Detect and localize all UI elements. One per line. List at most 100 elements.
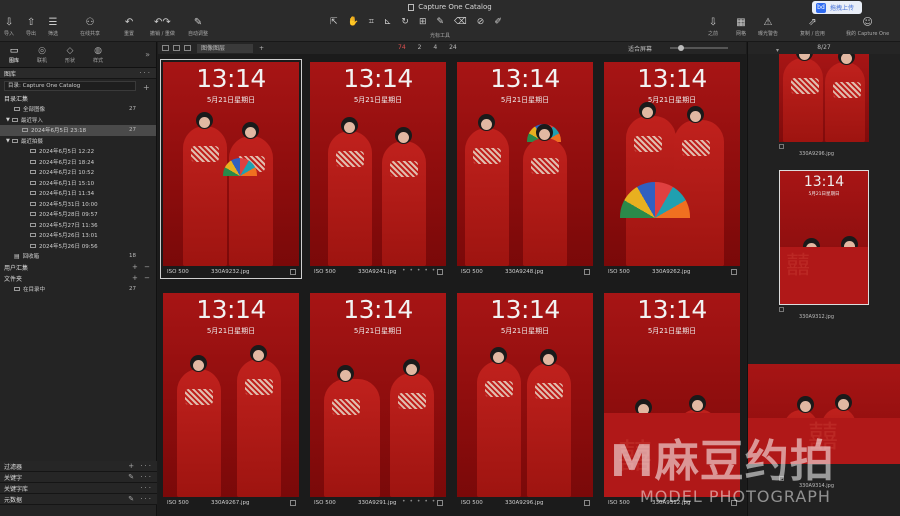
select-checkbox[interactable] [584, 269, 590, 275]
photo-thumbnail[interactable]: 13:14 5月21日星期日 [163, 62, 299, 266]
tree-item-capture-date[interactable]: 2024年5月27日 11:36 [0, 220, 156, 231]
thumbnail-size-slider[interactable] [670, 45, 728, 51]
eraser-cursor-icon[interactable]: ⌫ [454, 17, 467, 27]
straighten-cursor-icon[interactable]: ⊾ [384, 17, 392, 27]
library-section-header[interactable]: 图库 ··· [0, 68, 156, 79]
collections-header[interactable]: 目录汇集 [0, 93, 156, 104]
photo-cell[interactable]: 13:14 5月21日星期日 囍 ISO 500 330A9312.jpg [601, 290, 743, 510]
filters-panel-header[interactable]: 过滤器 + ··· [0, 461, 157, 472]
add-remove-icon[interactable]: + − [132, 274, 152, 282]
tree-item-recent-captures[interactable]: ▼ 最近拍摄 [0, 136, 156, 147]
tree-item-in-catalog[interactable]: 在目录中 27 [0, 284, 156, 295]
import-button[interactable]: ⇩ 导入 [4, 16, 14, 37]
count-rejected[interactable]: 74 [398, 44, 406, 51]
grid-view-icon[interactable] [162, 45, 169, 51]
photo-thumbnail[interactable]: 13:14 5月21日星期日 囍 [604, 293, 740, 497]
photo-cell[interactable]: 13:14 5月21日星期日 ISO 500 330A9241.jpg • • … [307, 59, 449, 279]
cursor-tools[interactable]: ⇱ ✋ ⌗ ⊾ ↻ ⊞ ✎ ⌫ ⊘ ✐ [330, 17, 502, 27]
photo-cell[interactable]: 13:14 5月21日星期日 ISO 500 330A9291.jpg • • … [307, 290, 449, 510]
tree-item-capture-date[interactable]: 2024年5月26日 13:01 [0, 230, 156, 241]
tree-item-capture-date[interactable]: 2024年5月31日 10:00 [0, 199, 156, 210]
select-checkbox[interactable] [731, 500, 737, 506]
filter-button[interactable]: ☰ 筛选 [48, 16, 58, 37]
photo-cell[interactable]: 13:14 5月21日星期日 ISO 500 330A9248.jpg [454, 59, 596, 279]
keywords-panel-header[interactable]: 关键字 ✎ ··· [0, 472, 157, 483]
picker-cursor-icon[interactable]: ⊘ [477, 17, 485, 27]
chevron-down-icon[interactable]: ▼ [6, 138, 10, 144]
select-cursor-icon[interactable]: ⇱ [330, 17, 338, 27]
panel-options-icon[interactable]: ··· [140, 484, 153, 492]
crop-cursor-icon[interactable]: ⌗ [369, 17, 374, 27]
photo-cell[interactable]: 13:14 5月21日星期日 ISO 500 330A9232.jpg [160, 59, 302, 279]
export-button[interactable]: ⇧ 导出 [26, 16, 36, 37]
keyword-library-panel-header[interactable]: 关键字库 ··· [0, 483, 157, 494]
photo-thumbnail[interactable]: 13:14 5月21日星期日 [457, 62, 593, 266]
catalog-select[interactable]: 目录: Capture One Catalog [4, 81, 136, 91]
filmstrip-view-icon[interactable] [184, 45, 191, 51]
photo-cell[interactable]: 13:14 5月21日星期日 ISO 500 330A9267.jpg [160, 290, 302, 510]
add-remove-icon[interactable]: + − [132, 263, 152, 271]
tree-item-capture-date[interactable]: 2024年5月26日 09:56 [0, 241, 156, 252]
more-tabs-icon[interactable]: » [139, 42, 156, 67]
select-checkbox[interactable] [584, 500, 590, 506]
select-checkbox[interactable] [437, 269, 443, 275]
select-checkbox[interactable] [731, 269, 737, 275]
photo-cell[interactable]: 13:14 5月21日星期日 ISO 500 330A9296.jpg [454, 290, 596, 510]
list-view-icon[interactable] [173, 45, 180, 51]
panel-options-icon[interactable]: ✎ ··· [128, 495, 153, 503]
exposure-warning-button[interactable]: ⚠ 曝光警告 [758, 16, 778, 37]
more-dots-icon[interactable]: ··· [139, 69, 152, 77]
undo-redo-button[interactable]: ↶↷ 撤销 / 重做 [150, 16, 175, 37]
tab-library[interactable]: ▭ 图库 [0, 42, 28, 67]
panel-options-icon[interactable]: ✎ ··· [128, 473, 153, 481]
tab-styles[interactable]: ◍ 样式 [84, 42, 112, 67]
tree-item-import-session[interactable]: 2024年6月5日 23:18 27 [0, 125, 156, 136]
select-checkbox[interactable] [779, 476, 784, 481]
metadata-panel-header[interactable]: 元数据 ✎ ··· [0, 494, 157, 505]
view-select[interactable]: 图像图层 [197, 43, 253, 53]
count-d[interactable]: 24 [449, 44, 457, 51]
photo-thumbnail[interactable]: 13:14 5月21日星期日 [604, 62, 740, 266]
count-b[interactable]: 2 [418, 44, 422, 51]
pan-cursor-icon[interactable]: ✋ [348, 17, 359, 27]
fit-screen-select[interactable]: 适合屏幕 [628, 44, 652, 53]
add-icon[interactable]: + [259, 45, 264, 52]
keystone-cursor-icon[interactable]: ⊞ [419, 17, 427, 27]
tree-item-capture-date[interactable]: 2024年6月2日 10:52 [0, 167, 156, 178]
add-catalog-icon[interactable]: + [143, 83, 150, 92]
photo-thumbnail[interactable]: 13:14 5月21日星期日 [163, 293, 299, 497]
rotate-cursor-icon[interactable]: ↻ [401, 17, 409, 27]
select-checkbox[interactable] [290, 269, 296, 275]
copy-apply-button[interactable]: ⇗ 复制 / 应用 [800, 16, 825, 37]
tree-item-trash[interactable]: ▤ 回收箱 18 [0, 251, 156, 262]
tree-item-capture-date[interactable]: 2024年6月1日 15:10 [0, 178, 156, 189]
auto-adjust-button[interactable]: ✎ 自动调整 [188, 16, 208, 37]
select-checkbox[interactable] [290, 500, 296, 506]
grid-button[interactable]: ▦ 网格 [736, 16, 746, 37]
filmstrip-thumbnail[interactable]: 囍 [748, 364, 900, 464]
before-button[interactable]: ⇩ 之前 [708, 16, 718, 37]
photo-thumbnail[interactable]: 13:14 5月21日星期日 [457, 293, 593, 497]
count-c[interactable]: 4 [433, 44, 437, 51]
rating-dots[interactable]: • • • • • [402, 498, 436, 505]
rating-dots[interactable]: • • • • • [402, 267, 436, 274]
select-checkbox[interactable] [779, 307, 784, 312]
panel-options-icon[interactable]: + ··· [128, 462, 153, 470]
tree-item-all-images[interactable]: 全部图像 27 [0, 104, 156, 115]
select-checkbox[interactable] [779, 144, 784, 149]
tree-item-capture-date[interactable]: 2024年6月1日 11:34 [0, 188, 156, 199]
photo-thumbnail[interactable]: 13:14 5月21日星期日 [310, 293, 446, 497]
filmstrip-thumbnail[interactable] [779, 54, 869, 142]
share-upload-button[interactable]: bd 拖拽上传 [811, 1, 862, 14]
tab-shape[interactable]: ◇ 形状 [56, 42, 84, 67]
tree-item-capture-date[interactable]: 2024年6月5日 12:22 [0, 146, 156, 157]
user-collections-header[interactable]: 用户汇集 + − [0, 261, 156, 273]
chevron-down-icon[interactable]: ▼ [6, 117, 10, 123]
reset-button[interactable]: ↶ 重置 [124, 16, 134, 37]
brush-cursor-icon[interactable]: ✎ [436, 17, 444, 27]
folders-header[interactable]: 文件夹 + − [0, 272, 156, 284]
annotate-cursor-icon[interactable]: ✐ [494, 17, 502, 27]
tree-item-recent-imports[interactable]: ▼ 最近导入 [0, 115, 156, 126]
tab-capture[interactable]: ◎ 联机 [28, 42, 56, 67]
photo-thumbnail[interactable]: 13:14 5月21日星期日 [310, 62, 446, 266]
